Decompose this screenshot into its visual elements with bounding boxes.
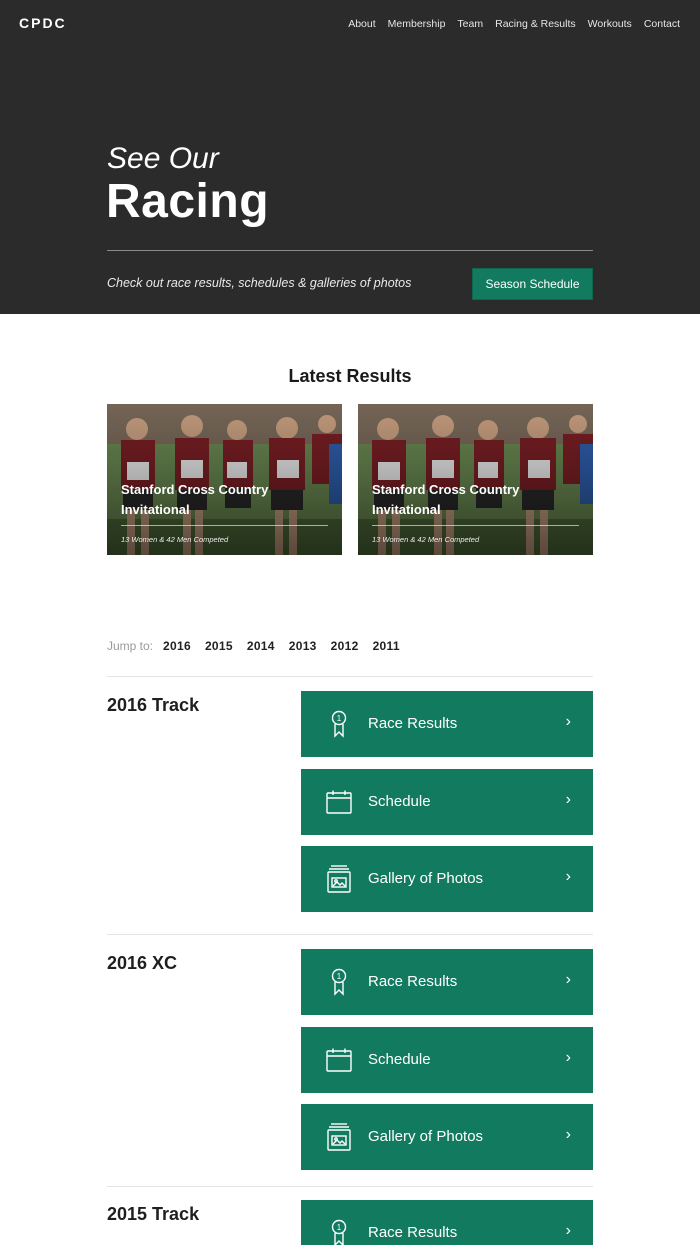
photo-gallery-icon: [325, 1122, 353, 1152]
calendar-icon: [325, 787, 353, 817]
jump-year-link[interactable]: 2013: [289, 639, 317, 653]
chevron-right-icon: ›: [565, 1049, 571, 1066]
result-card[interactable]: Stanford Cross Country Invitational 13 W…: [107, 404, 342, 555]
jump-year-link[interactable]: 2015: [205, 639, 233, 653]
race-results-button[interactable]: 1 Race Results ›: [301, 691, 593, 757]
result-card[interactable]: Stanford Cross Country Invitational 13 W…: [358, 404, 593, 555]
race-results-button[interactable]: 1 Race Results ›: [301, 949, 593, 1015]
gallery-button[interactable]: Gallery of Photos ›: [301, 846, 593, 912]
ribbon-icon: 1: [325, 967, 353, 997]
season-schedule-button[interactable]: Season Schedule: [472, 268, 593, 300]
calendar-icon: [325, 1045, 353, 1075]
card-title: Stanford Cross Country Invitational: [121, 482, 269, 517]
ribbon-icon: 1: [325, 1218, 353, 1245]
svg-text:1: 1: [337, 1223, 342, 1232]
hero-divider: [107, 250, 593, 251]
button-label: Schedule: [368, 1051, 431, 1068]
season-title: 2015 Track: [107, 1204, 200, 1224]
card-title: Stanford Cross Country Invitational: [372, 482, 520, 517]
button-label: Race Results: [368, 973, 458, 990]
gallery-button[interactable]: Gallery of Photos ›: [301, 1104, 593, 1170]
schedule-button[interactable]: Schedule ›: [301, 1027, 593, 1093]
chevron-right-icon: ›: [565, 971, 571, 988]
nav-item-about[interactable]: About: [348, 18, 375, 30]
chevron-right-icon: ›: [565, 1222, 571, 1239]
site-logo[interactable]: CPDC: [19, 15, 67, 31]
card-meta: 13 Women & 42 Men Competed: [372, 535, 480, 544]
hero-description: Check out race results, schedules & gall…: [107, 276, 412, 290]
section-divider: [107, 676, 593, 677]
svg-text:1: 1: [337, 714, 342, 723]
card-divider: [121, 525, 328, 526]
nav-item-racing-results[interactable]: Racing & Results: [495, 18, 576, 30]
svg-text:1: 1: [337, 972, 342, 981]
jump-year-link[interactable]: 2016: [163, 639, 191, 653]
hero-subtitle: See Our: [107, 142, 219, 175]
chevron-right-icon: ›: [565, 791, 571, 808]
button-label: Race Results: [368, 715, 458, 732]
jump-to-label: Jump to:: [107, 639, 154, 653]
button-label: Gallery of Photos: [368, 1128, 484, 1145]
hero-section: CPDC About Membership Team Racing & Resu…: [0, 0, 700, 314]
nav-item-workouts[interactable]: Workouts: [588, 18, 632, 30]
page-title: Racing: [106, 175, 270, 228]
button-label: Gallery of Photos: [368, 870, 484, 887]
race-results-button[interactable]: 1 Race Results ›: [301, 1200, 593, 1245]
photo-gallery-icon: [325, 864, 353, 894]
main-nav: About Membership Team Racing & Results W…: [336, 18, 680, 30]
jump-to-bar: Jump to: 2016 2015 2014 2013 2012 2011: [107, 639, 414, 653]
section-divider: [107, 934, 593, 935]
jump-year-link[interactable]: 2014: [247, 639, 275, 653]
section-divider: [107, 1186, 593, 1187]
card-divider: [372, 525, 579, 526]
nav-item-membership[interactable]: Membership: [388, 18, 446, 30]
chevron-right-icon: ›: [565, 713, 571, 730]
chevron-right-icon: ›: [565, 868, 571, 885]
season-title: 2016 Track: [107, 695, 200, 715]
button-label: Schedule: [368, 793, 431, 810]
card-meta: 13 Women & 42 Men Competed: [121, 535, 229, 544]
jump-year-link[interactable]: 2012: [331, 639, 359, 653]
schedule-button[interactable]: Schedule ›: [301, 769, 593, 835]
nav-item-team[interactable]: Team: [457, 18, 483, 30]
latest-results-heading: Latest Results: [288, 366, 412, 386]
jump-year-link[interactable]: 2011: [373, 639, 400, 653]
nav-item-contact[interactable]: Contact: [644, 18, 680, 30]
chevron-right-icon: ›: [565, 1126, 571, 1143]
button-label: Race Results: [368, 1224, 458, 1241]
season-title: 2016 XC: [107, 953, 178, 973]
ribbon-icon: 1: [325, 709, 353, 739]
